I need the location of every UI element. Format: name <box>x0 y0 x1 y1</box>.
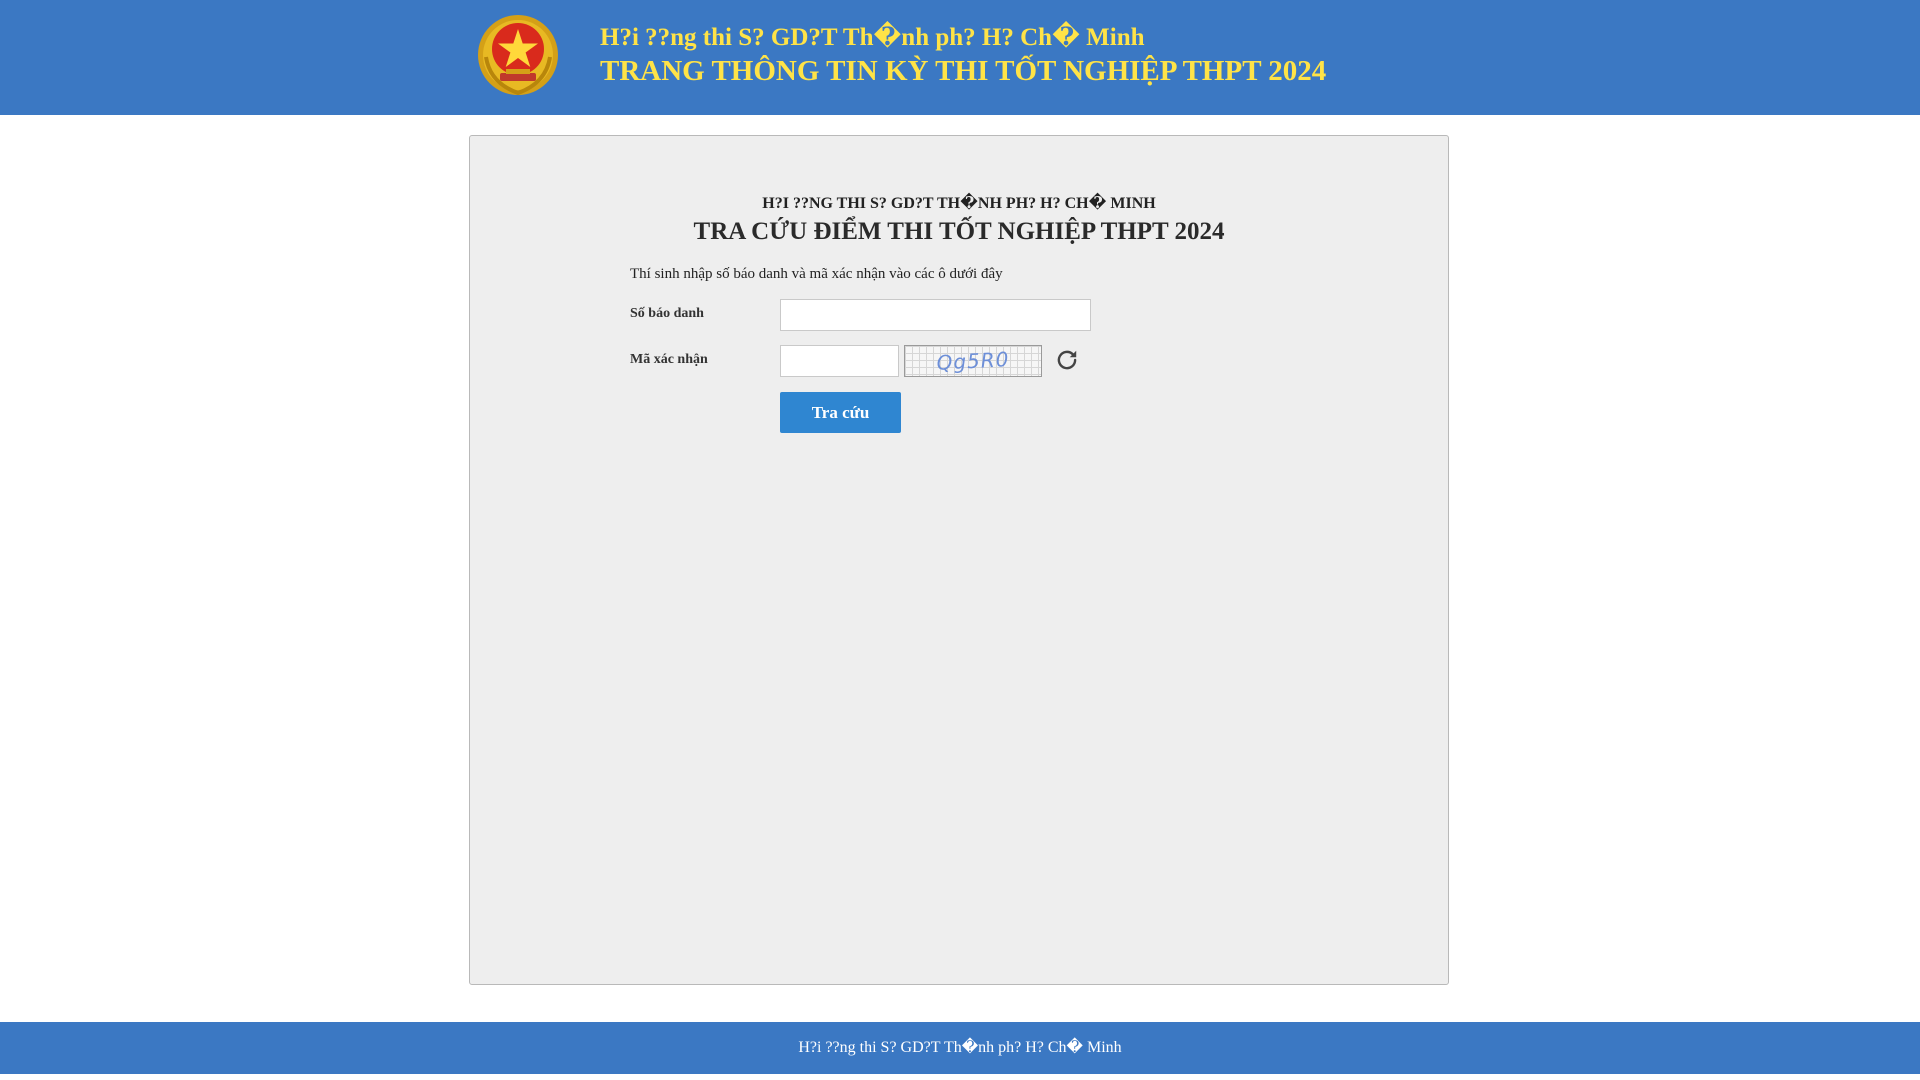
page-footer: H?i ??ng thi S? GD?T Th�nh ph? H? Ch� Mi… <box>0 1022 1920 1074</box>
exam-council-name: H?I ??NG THI S? GD?T TH�NH PH? H? CH� MI… <box>762 195 1156 212</box>
national-emblem-icon <box>478 15 558 96</box>
page-header: H?i ??ng thi S? GD?T Th�nh ph? H? Ch� Mi… <box>0 0 1920 115</box>
header-title: TRANG THÔNG TIN KỲ THI TỐT NGHIỆP THPT 2… <box>600 55 1327 87</box>
captcha-text: Qg5R0 <box>936 347 1010 375</box>
footer-text: H?i ??ng thi S? GD?T Th�nh ph? H? Ch� Mi… <box>798 1039 1122 1056</box>
instructions-text: Thí sinh nhập số báo danh và mã xác nhận… <box>630 266 1003 282</box>
search-button[interactable]: Tra cứu <box>780 392 901 433</box>
captcha-image: Qg5R0 <box>904 345 1042 377</box>
sbd-label: Số báo danh <box>630 306 704 321</box>
candidate-number-input[interactable] <box>780 299 1091 331</box>
header-subtitle: H?i ??ng thi S? GD?T Th�nh ph? H? Ch� Mi… <box>600 24 1145 51</box>
lookup-panel: H?I ??NG THI S? GD?T TH�NH PH? H? CH� MI… <box>469 135 1449 985</box>
page-title: TRA CỨU ĐIỂM THI TỐT NGHIỆP THPT 2024 <box>693 218 1225 245</box>
captcha-input[interactable] <box>780 345 899 377</box>
captcha-label: Mã xác nhận <box>630 352 708 367</box>
refresh-icon[interactable] <box>1054 347 1080 373</box>
